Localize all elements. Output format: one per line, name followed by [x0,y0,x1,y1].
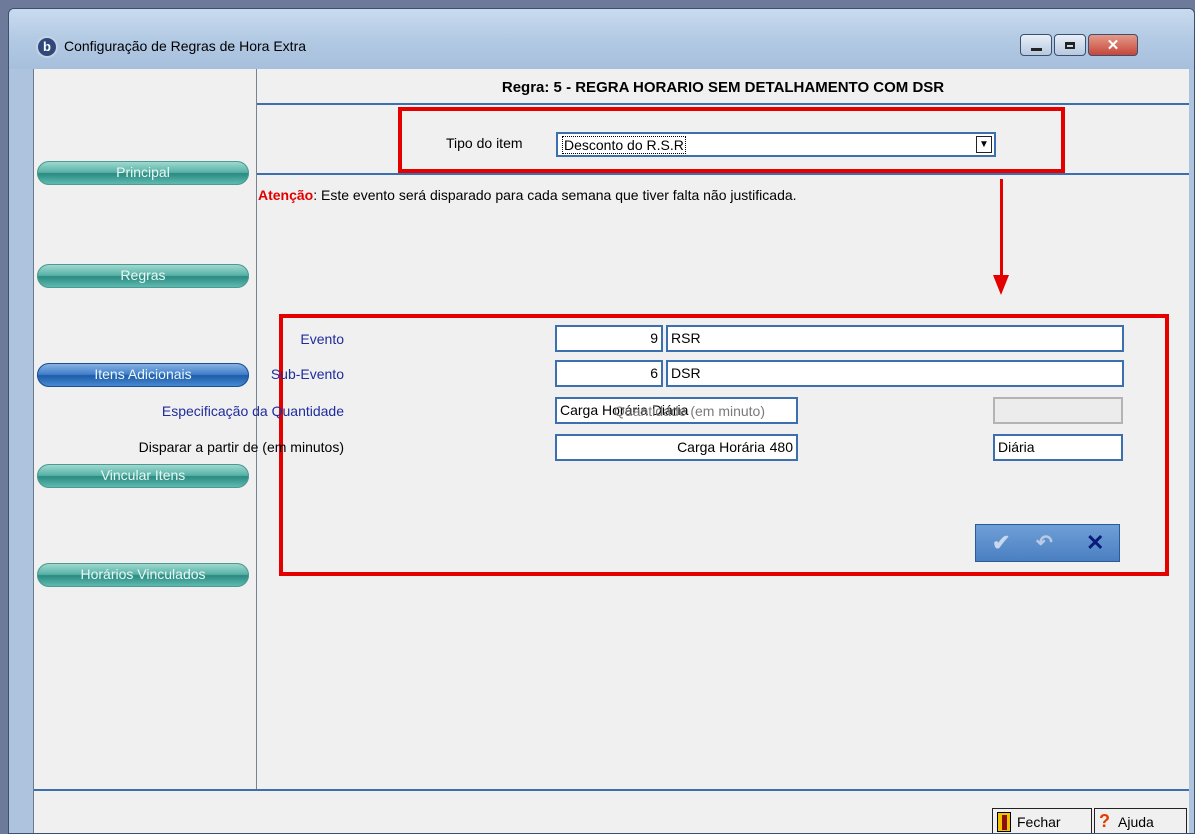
footer-bar: Fechar ? Ajuda [34,789,1189,833]
main-window: b Configuração de Regras de Hora Extra ✕… [8,8,1195,834]
help-icon: ? [1099,811,1110,831]
attention-message: Atenção: Este evento será disparado para… [258,187,797,203]
maximize-icon [1065,41,1075,49]
main-panel: Regra: 5 - REGRA HORARIO SEM DETALHAMENT… [139,69,1189,789]
attention-text: : Este evento será disparado para cada s… [313,187,797,203]
attention-prefix: Atenção [258,187,314,203]
form-toolbar: ✔ ↶ ✕ [975,524,1120,562]
quantidade-label: Quantidade (em minuto) [614,403,765,419]
undo-icon[interactable]: ↶ [1036,530,1053,555]
sidebar-item-vincular-itens[interactable]: Vincular Itens [37,464,249,488]
sidebar-item-principal[interactable]: Principal [37,161,249,185]
rule-title: Regra: 5 - REGRA HORARIO SEM DETALHAMENT… [501,79,945,96]
divider-middle [257,173,1189,175]
sidebar-item-horarios-vinculados[interactable]: Horários Vinculados [37,563,249,587]
close-icon: ✕ [1106,37,1120,54]
minimize-button[interactable] [1020,34,1052,56]
chevron-down-icon[interactable]: ▼ [976,136,992,153]
app-icon: b [38,38,56,56]
tipo-select[interactable]: Desconto do R.S.R ▼ [556,132,996,157]
especificacao-label: Especificação da Quantidade [161,403,344,419]
close-button-label: Fechar [1017,813,1061,830]
carga-horaria-label: Carga Horária [677,439,765,455]
arrow-down-icon [993,275,1009,295]
sub-evento-label: Sub-Evento [270,366,344,382]
sidebar-item-itens-adicionais[interactable]: Itens Adicionais [37,363,249,387]
title-bar: b Configuração de Regras de Hora Extra ✕ [9,9,1194,69]
close-window-button[interactable]: ✕ [1088,34,1138,56]
maximize-button[interactable] [1054,34,1086,56]
help-button[interactable]: ? Ajuda [1094,808,1187,833]
close-button[interactable]: Fechar [992,808,1092,833]
tipo-select-value: Desconto do R.S.R [562,136,686,154]
exit-door-icon [997,811,1011,832]
help-button-label: Ajuda [1118,813,1154,830]
carga-horaria-field[interactable]: Diária [993,434,1123,461]
sub-evento-code-field[interactable]: 6 [555,360,663,387]
sidebar-item-regras[interactable]: Regras [37,264,249,288]
confirm-icon[interactable]: ✔ [992,530,1010,556]
window-title: Configuração de Regras de Hora Extra [64,38,307,54]
quantidade-field [993,397,1123,424]
evento-name-field[interactable]: RSR [666,325,1124,352]
client-area: Principal Regras Itens Adicionais Vincul… [33,69,1189,833]
cancel-icon[interactable]: ✕ [1086,530,1104,556]
arrow-line [1000,179,1003,279]
evento-code-field[interactable]: 9 [555,325,663,352]
minimize-icon [1030,47,1042,51]
divider-top [257,103,1189,105]
sidebar: Principal Regras Itens Adicionais Vincul… [34,69,257,789]
sub-evento-name-field[interactable]: DSR [666,360,1124,387]
evento-label: Evento [300,331,344,347]
tipo-label: Tipo do item [446,135,523,151]
disparar-label: Disparar a partir de (em minutos) [138,439,344,455]
